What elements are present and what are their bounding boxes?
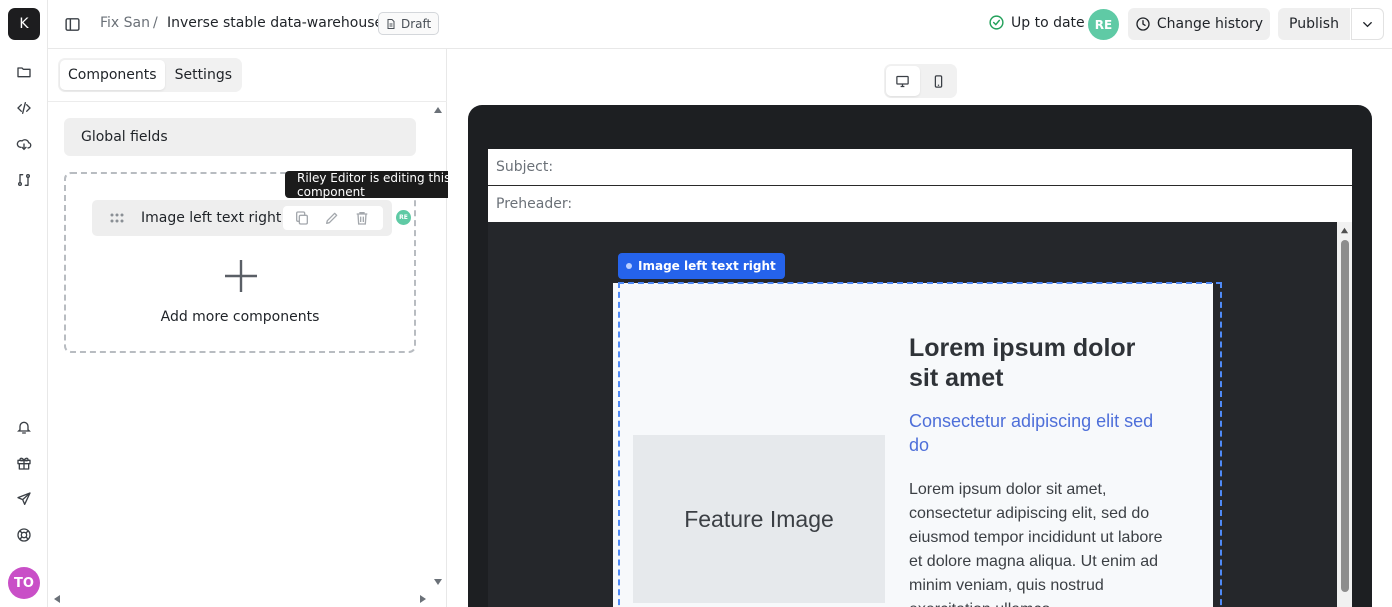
status-text: Up to date — [1011, 14, 1085, 31]
scroll-down-arrow[interactable] — [433, 577, 443, 587]
tab-components[interactable]: Components — [60, 60, 165, 90]
document-icon — [387, 18, 395, 29]
draft-badge: Draft — [378, 12, 440, 35]
edit-pencil-icon[interactable] — [324, 210, 340, 226]
component-item[interactable]: Image left text right — [92, 200, 392, 236]
components-dropzone[interactable]: Image left text right RE Add more compon… — [64, 172, 416, 353]
scroll-left-arrow[interactable] — [52, 594, 62, 604]
publish-button[interactable]: Publish — [1278, 8, 1350, 40]
smartphone-icon — [934, 74, 942, 88]
desktop-view-button[interactable] — [886, 66, 920, 96]
preview-scrollbar[interactable] — [1337, 222, 1352, 607]
duplicate-icon[interactable] — [294, 210, 310, 226]
email-subtitle: Consectetur adipiscing elit sed do — [909, 411, 1154, 455]
editor-avatar[interactable]: RE — [396, 210, 411, 225]
trash-icon[interactable] — [354, 210, 370, 226]
draft-label: Draft — [401, 16, 432, 31]
user-avatar[interactable]: TO — [8, 567, 40, 599]
left-rail: K TO — [0, 0, 48, 607]
send-icon[interactable] — [14, 489, 34, 509]
change-history-label: Change history — [1156, 16, 1264, 32]
breadcrumb-document: Inverse stable data-warehouse — [167, 15, 384, 31]
selected-component-tag[interactable]: Image left text right — [618, 253, 785, 279]
components-panel: Components Settings Global fields Image … — [48, 49, 447, 607]
email-body-text: Lorem ipsum dolor sit amet, consectetur … — [909, 481, 1163, 607]
panel-tabs: Components Settings — [58, 58, 242, 92]
folder-icon[interactable] — [14, 62, 34, 82]
sync-status: Up to date — [988, 14, 1085, 31]
top-header: Fix San / Inverse stable data-warehouse … — [48, 0, 1392, 49]
device-toggle — [884, 64, 957, 98]
global-fields-button[interactable]: Global fields — [64, 118, 416, 156]
subject-field[interactable]: Subject: — [488, 149, 1352, 186]
code-icon[interactable] — [14, 98, 34, 118]
cloud-download-icon[interactable] — [14, 134, 34, 154]
email-title: Lorem ipsum dolor sit amet — [909, 334, 1136, 392]
breadcrumb-project[interactable]: Fix San — [100, 15, 150, 31]
tab-settings[interactable]: Settings — [167, 60, 240, 90]
drag-handle-icon[interactable] — [109, 211, 125, 225]
breadcrumb-separator: / — [153, 15, 158, 31]
image-left-text-right-block[interactable]: Feature Image Lorem ipsum dolor sit amet… — [613, 283, 1213, 607]
preheader-field[interactable]: Preheader: — [488, 186, 1352, 223]
clock-icon — [1136, 17, 1150, 31]
device-frame: Subject: Preheader: Feature Image Lorem … — [468, 105, 1372, 607]
mobile-view-button[interactable] — [922, 66, 956, 96]
monitor-icon — [896, 75, 909, 87]
bell-icon[interactable] — [14, 417, 34, 437]
gift-icon[interactable] — [14, 453, 34, 473]
check-circle-icon — [989, 15, 1004, 30]
publish-menu-button[interactable] — [1351, 8, 1384, 40]
plus-icon[interactable] — [223, 258, 259, 294]
scroll-up-arrow[interactable] — [433, 105, 443, 115]
change-history-button[interactable]: Change history — [1128, 8, 1270, 40]
life-buoy-icon[interactable] — [14, 525, 34, 545]
subject-label: Subject: — [496, 159, 554, 175]
email-canvas: Feature Image Lorem ipsum dolor sit amet… — [488, 222, 1352, 607]
feature-image-placeholder: Feature Image — [633, 435, 885, 603]
collaborator-avatar[interactable]: RE — [1088, 9, 1119, 40]
git-compare-icon[interactable] — [14, 170, 34, 190]
component-label: Image left text right — [141, 210, 282, 226]
app-logo[interactable]: K — [8, 8, 40, 40]
scroll-up-arrow[interactable] — [1340, 226, 1349, 235]
add-more-components[interactable]: Add more components — [66, 309, 414, 325]
panel-divider — [48, 101, 447, 102]
chevron-down-icon — [1363, 21, 1372, 27]
scroll-right-arrow[interactable] — [418, 594, 428, 604]
preheader-label: Preheader: — [496, 196, 573, 212]
sidebar-toggle-icon[interactable] — [62, 14, 82, 34]
email-preview: Subject: Preheader: Feature Image Lorem … — [448, 49, 1392, 607]
component-actions — [283, 206, 383, 230]
scrollbar-thumb[interactable] — [1341, 240, 1349, 592]
